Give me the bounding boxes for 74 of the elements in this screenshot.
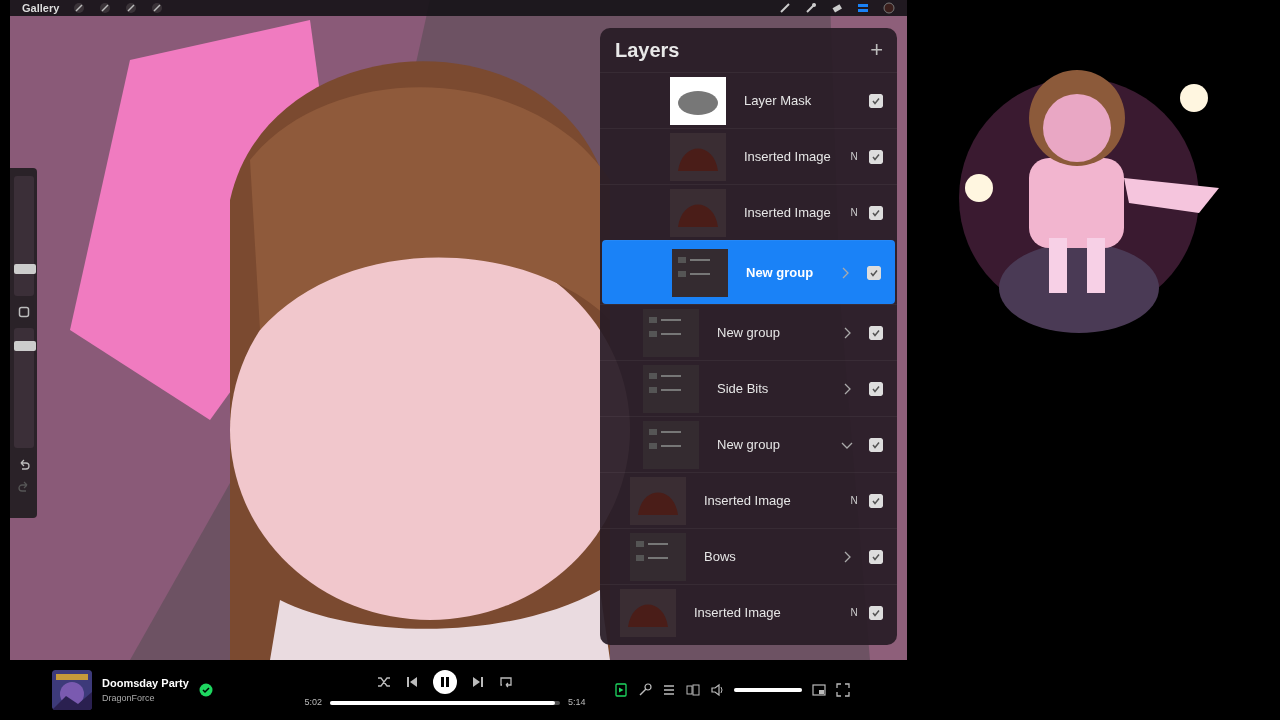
- elapsed-time: 5:02: [304, 696, 322, 710]
- layer-row[interactable]: New group: [602, 240, 895, 304]
- layer-row[interactable]: Bows: [600, 528, 897, 584]
- layer-name: Inserted Image: [704, 491, 792, 510]
- layer-thumbnail: [643, 362, 699, 415]
- panel-title: Layers: [615, 38, 680, 63]
- previous-button[interactable]: [405, 675, 419, 690]
- visibility-checkbox[interactable]: [869, 493, 883, 508]
- progress-bar[interactable]: [330, 701, 560, 705]
- layer-name: Inserted Image: [744, 147, 832, 166]
- color-swatch-icon[interactable]: [883, 2, 895, 14]
- layer-row[interactable]: New group: [600, 304, 897, 360]
- visibility-checkbox[interactable]: [869, 381, 883, 396]
- shuffle-button[interactable]: [377, 675, 391, 690]
- volume-button[interactable]: [710, 683, 724, 697]
- layer-name: Side Bits: [717, 379, 770, 398]
- now-playing-view-button[interactable]: [614, 683, 628, 697]
- layer-row[interactable]: Inserted Image N: [600, 184, 897, 240]
- layer-row[interactable]: Side Bits: [600, 360, 897, 416]
- layer-thumbnail: [643, 306, 699, 359]
- artist-name[interactable]: DragonForce: [102, 691, 189, 705]
- layer-thumbnail: [670, 74, 726, 127]
- layers-icon[interactable]: [857, 2, 869, 14]
- lyrics-button[interactable]: [638, 683, 652, 697]
- layer-name: Inserted Image: [744, 203, 832, 222]
- layer-row[interactable]: New group: [600, 416, 897, 472]
- layer-name: New group: [717, 435, 781, 454]
- layer-thumbnail: [672, 246, 728, 299]
- connect-device-button[interactable]: [686, 683, 700, 697]
- brush-icon[interactable]: [779, 2, 791, 14]
- layer-row[interactable]: Layer Mask: [600, 72, 897, 128]
- layer-thumbnail: [630, 530, 686, 583]
- brush-size-slider[interactable]: [13, 176, 34, 296]
- square-icon[interactable]: [17, 306, 30, 318]
- fullscreen-button[interactable]: [836, 683, 850, 697]
- visibility-checkbox[interactable]: [869, 549, 883, 564]
- layer-thumbnail: [670, 186, 726, 239]
- add-layer-button[interactable]: +: [870, 39, 883, 61]
- visibility-checkbox[interactable]: [869, 149, 883, 164]
- layer-thumbnail: [670, 130, 726, 183]
- visibility-checkbox[interactable]: [869, 325, 883, 340]
- track-title[interactable]: Doomsday Party: [102, 675, 189, 692]
- layer-name: New group: [746, 263, 815, 282]
- blend-mode[interactable]: N: [847, 605, 861, 620]
- layer-row[interactable]: Inserted Image N: [600, 584, 897, 640]
- layer-thumbnail: [643, 418, 699, 471]
- visibility-checkbox[interactable]: [869, 605, 883, 620]
- layer-name: Bows: [704, 547, 737, 566]
- layer-thumbnail: [620, 586, 676, 639]
- layer-row[interactable]: Inserted Image N: [600, 472, 897, 528]
- layer-name: Inserted Image: [694, 603, 782, 622]
- blend-mode[interactable]: N: [847, 493, 861, 508]
- pause-button[interactable]: [433, 670, 457, 695]
- visibility-checkbox[interactable]: [869, 205, 883, 220]
- gallery-link[interactable]: Gallery: [22, 2, 60, 14]
- opacity-slider[interactable]: [13, 328, 34, 448]
- blend-mode[interactable]: N: [847, 205, 861, 220]
- queue-button[interactable]: [662, 683, 676, 697]
- liked-check-icon[interactable]: [198, 683, 213, 697]
- layer-thumbnail: [630, 474, 686, 527]
- layer-name: New group: [717, 323, 781, 342]
- visibility-checkbox[interactable]: [867, 265, 881, 280]
- visibility-checkbox[interactable]: [869, 93, 883, 108]
- layer-row[interactable]: Inserted Image N: [600, 128, 897, 184]
- blend-mode[interactable]: N: [847, 149, 861, 164]
- next-button[interactable]: [471, 675, 485, 690]
- duration-time: 5:14: [568, 696, 586, 710]
- repeat-button[interactable]: [499, 675, 513, 690]
- volume-slider[interactable]: [734, 688, 802, 692]
- layer-name: Layer Mask: [744, 91, 813, 110]
- visibility-checkbox[interactable]: [869, 437, 883, 452]
- pause-icon: [439, 676, 451, 689]
- mini-player-button[interactable]: [812, 683, 826, 697]
- eraser-icon[interactable]: [831, 2, 843, 14]
